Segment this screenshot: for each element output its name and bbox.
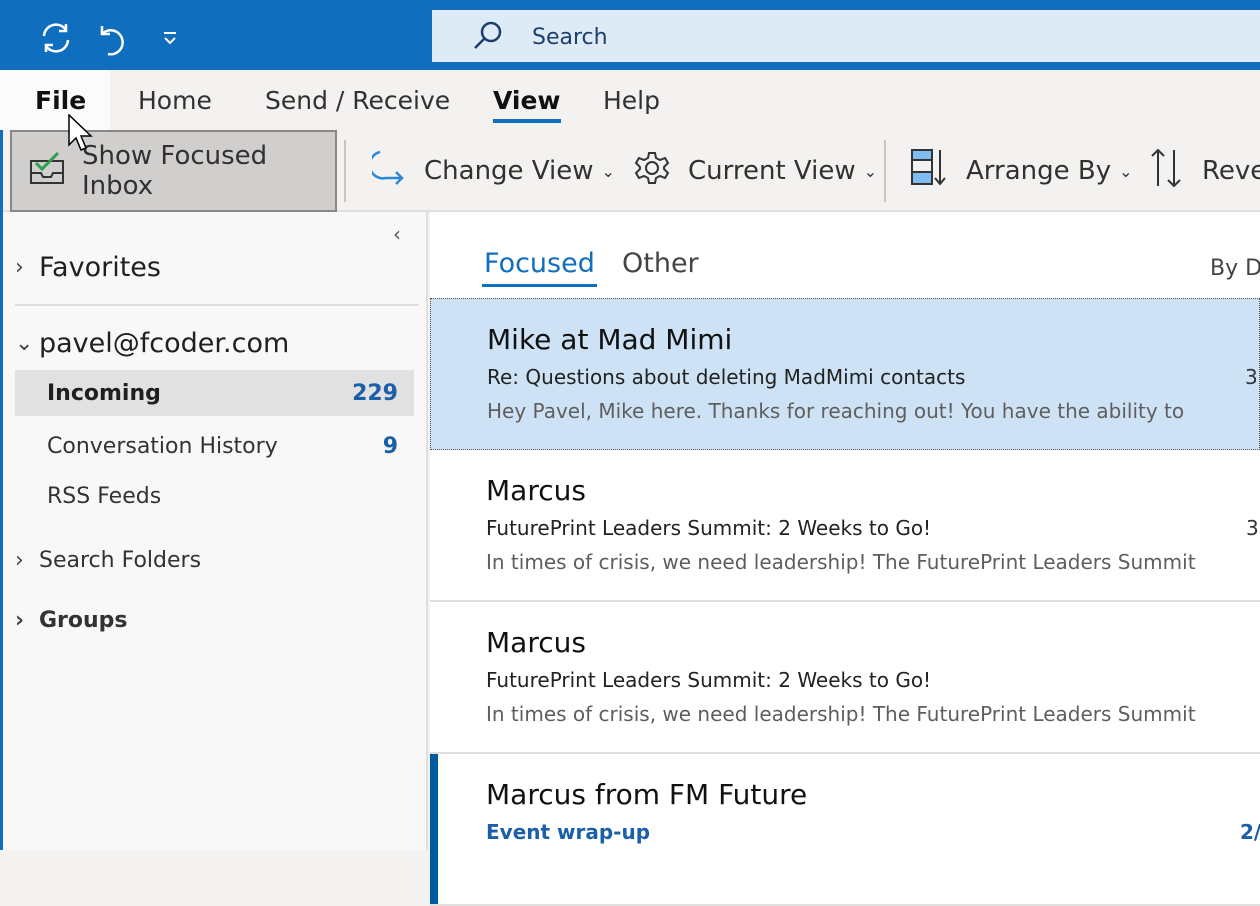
message-subject: Event wrap-up [486, 820, 651, 844]
collapse-pane-icon[interactable]: ‹ [393, 222, 401, 246]
account-label: pavel@fcoder.com [39, 328, 290, 359]
groups-header[interactable]: › Groups [15, 608, 414, 633]
tab-view[interactable]: View [493, 86, 561, 123]
customize-toolbar-icon[interactable] [150, 18, 190, 58]
chevron-right-icon: › [15, 255, 24, 280]
undo-icon[interactable] [94, 18, 134, 58]
focused-inbox-icon [28, 151, 66, 192]
message-subject: Re: Questions about deleting MadMimi con… [487, 365, 966, 389]
unread-count: 9 [382, 434, 398, 459]
chevron-right-icon: › [15, 548, 24, 573]
folder-label: Incoming [47, 380, 161, 406]
gear-icon [634, 150, 670, 193]
reverse-sort-button[interactable]: Reve [1148, 130, 1260, 212]
current-view-label: Current View [688, 156, 856, 186]
account-header[interactable]: ⌄ pavel@fcoder.com [15, 328, 414, 359]
search-icon [472, 20, 504, 56]
message-item[interactable]: Marcus FuturePrint Leaders Summit: 2 Wee… [430, 450, 1260, 602]
message-preview: In times of crisis, we need leadership! … [486, 702, 1196, 726]
tab-focused[interactable]: Focused [482, 248, 597, 287]
message-date: 3 [1245, 365, 1258, 389]
folder-label: Conversation History [47, 434, 278, 459]
chevron-down-icon: ⌄ [863, 161, 878, 181]
chevron-down-icon: ⌄ [601, 161, 615, 181]
tab-file[interactable]: File [35, 86, 86, 115]
message-sender: Marcus from FM Future [486, 778, 808, 811]
search-folders-header[interactable]: › Search Folders [15, 548, 414, 573]
favorites-header[interactable]: › Favorites [15, 252, 414, 283]
groups-label: Groups [39, 608, 128, 633]
folder-rss-feeds[interactable]: RSS Feeds [15, 484, 414, 509]
message-sender: Marcus [486, 626, 586, 659]
ribbon-separator [884, 140, 886, 202]
tab-home[interactable]: Home [138, 86, 212, 115]
reverse-sort-label: Reve [1202, 156, 1260, 186]
message-date: 3 [1246, 516, 1259, 540]
tab-help[interactable]: Help [603, 86, 660, 115]
message-sender: Mike at Mad Mimi [487, 323, 733, 356]
tab-other[interactable]: Other [622, 248, 699, 279]
folder-label: RSS Feeds [47, 484, 162, 509]
reverse-sort-icon [1148, 148, 1184, 195]
chevron-down-icon: ⌄ [15, 331, 34, 356]
show-focused-inbox-label: Show Focused Inbox [82, 141, 268, 201]
message-subject: FuturePrint Leaders Summit: 2 Weeks to G… [486, 668, 932, 692]
show-focused-inbox-button[interactable]: Show Focused Inbox [10, 130, 337, 212]
current-view-button[interactable]: Current View ⌄ [634, 130, 877, 212]
folder-pane: ‹ › Favorites ⌄ pavel@fcoder.com Incomin… [3, 212, 428, 850]
arrange-by-icon [910, 148, 948, 195]
message-item[interactable]: Marcus FuturePrint Leaders Summit: 2 Wee… [430, 602, 1260, 754]
arrange-by-button[interactable]: Arrange By ⌄ [910, 130, 1133, 212]
folder-incoming[interactable]: Incoming 229 [15, 370, 414, 416]
chevron-right-icon: › [15, 608, 25, 633]
unread-count: 229 [352, 380, 398, 406]
change-view-icon [368, 150, 406, 193]
search-box[interactable]: Search [432, 10, 1260, 62]
message-sender: Marcus [486, 474, 586, 507]
nav-divider [15, 304, 419, 306]
ribbon-separator [344, 140, 346, 202]
mouse-cursor-icon [68, 114, 93, 151]
message-preview: Hey Pavel, Mike here. Thanks for reachin… [487, 399, 1185, 423]
sort-by-button[interactable]: By D [1210, 256, 1260, 281]
change-view-label: Change View [424, 156, 594, 186]
message-item[interactable]: Mike at Mad Mimi Re: Questions about del… [430, 298, 1260, 450]
favorites-label: Favorites [39, 252, 161, 283]
message-list: Focused Other By D Mike at Mad Mimi Re: … [430, 212, 1260, 906]
tab-send-receive[interactable]: Send / Receive [265, 86, 450, 115]
ribbon: Show Focused Inbox Change View ⌄ Current… [0, 130, 1260, 212]
message-subject: FuturePrint Leaders Summit: 2 Weeks to G… [486, 516, 932, 540]
message-preview: In times of crisis, we need leadership! … [486, 550, 1196, 574]
search-input[interactable]: Search [532, 25, 608, 50]
message-item[interactable]: Marcus from FM Future Event wrap-up 2/ [430, 754, 1260, 906]
folder-conversation-history[interactable]: Conversation History 9 [15, 434, 414, 459]
search-folders-label: Search Folders [39, 548, 202, 573]
chevron-down-icon: ⌄ [1119, 161, 1133, 181]
arrange-by-label: Arrange By [966, 156, 1112, 186]
sync-icon[interactable] [36, 18, 76, 58]
title-bar: Search [0, 0, 1260, 70]
message-date: 2/ [1240, 820, 1260, 844]
change-view-button[interactable]: Change View ⌄ [368, 130, 615, 212]
